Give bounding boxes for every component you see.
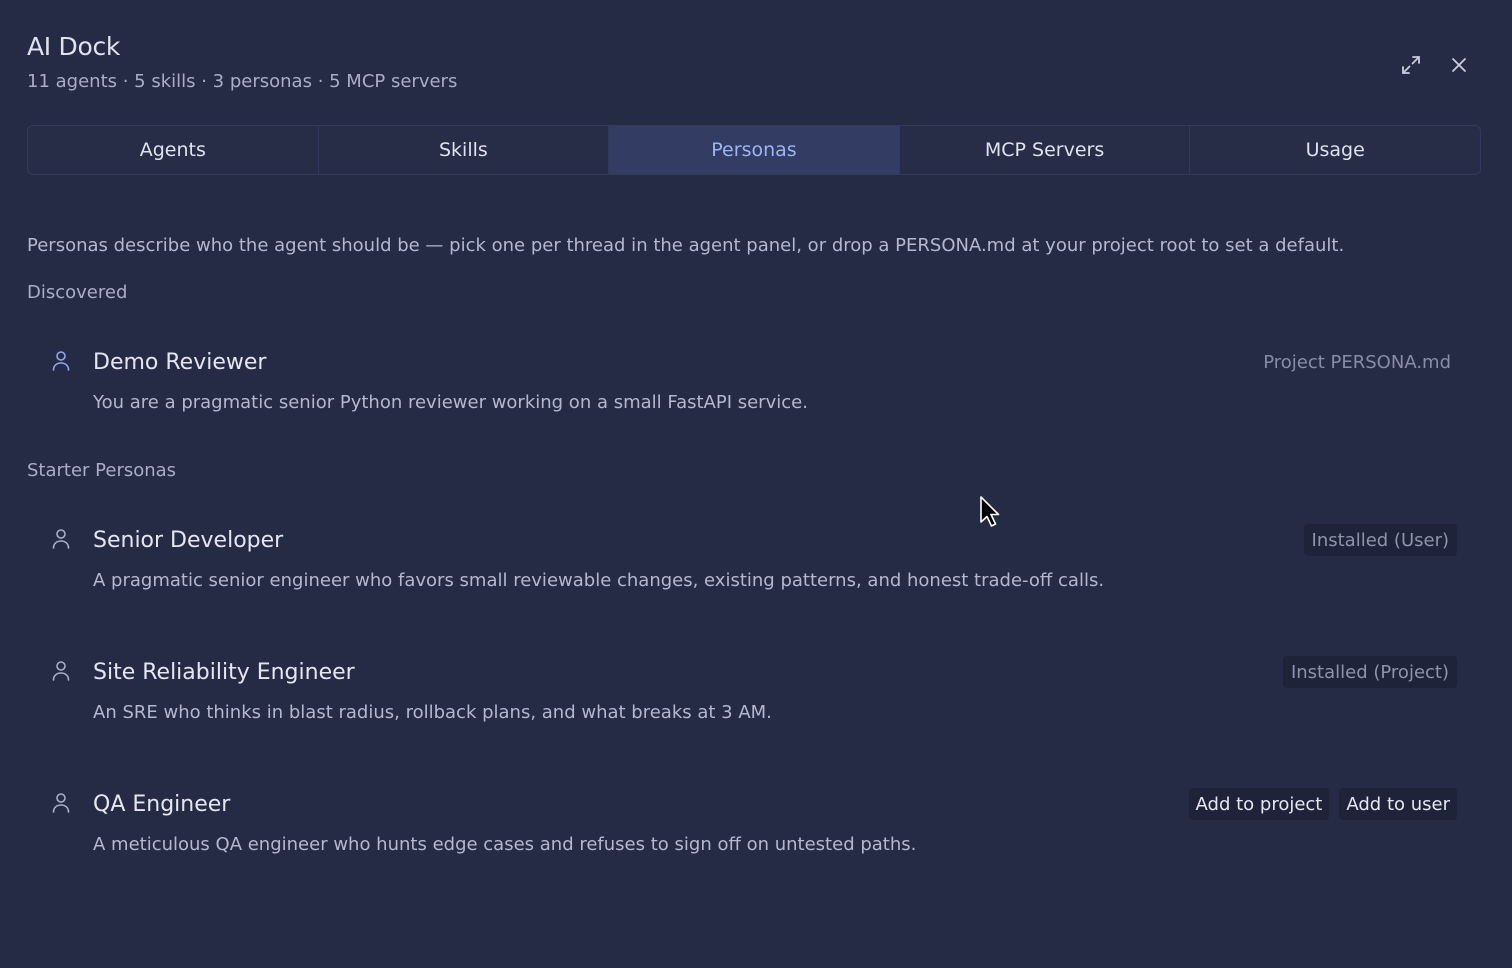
persona-demo-reviewer: Demo Reviewer You are a pragmatic senior… — [27, 330, 1479, 440]
persona-source: Project PERSONA.md — [1263, 352, 1451, 373]
expand-button[interactable] — [1398, 52, 1424, 78]
person-icon — [52, 351, 70, 371]
person-icon — [52, 529, 70, 549]
persona-site-reliability-engineer: Site Reliability Engineer An SRE who thi… — [27, 640, 1479, 750]
tab-agents[interactable]: Agents — [28, 126, 319, 174]
tab-bar: Agents Skills Personas MCP Servers Usage — [27, 125, 1481, 175]
close-button[interactable] — [1446, 52, 1472, 78]
persona-name: QA Engineer — [93, 792, 231, 817]
status-badge: Installed (User) — [1303, 524, 1457, 556]
dock-header: AI Dock 11 agents · 5 skills · 3 persona… — [27, 30, 457, 92]
expand-icon — [1402, 56, 1420, 74]
add-to-user-button[interactable]: Add to user — [1339, 788, 1457, 820]
tab-skills[interactable]: Skills — [319, 126, 610, 174]
personas-intro: Personas describe who the agent should b… — [27, 235, 1345, 256]
persona-name: Senior Developer — [93, 528, 284, 553]
tab-usage[interactable]: Usage — [1190, 126, 1480, 174]
add-to-project-button[interactable]: Add to project — [1188, 788, 1330, 820]
persona-qa-engineer: QA Engineer A meticulous QA engineer who… — [27, 772, 1479, 882]
status-badge: Installed (Project) — [1282, 656, 1457, 688]
persona-name: Site Reliability Engineer — [93, 660, 355, 685]
tab-mcp-servers[interactable]: MCP Servers — [900, 126, 1191, 174]
discovered-heading: Discovered — [27, 282, 128, 303]
persona-description: An SRE who thinks in blast radius, rollb… — [93, 702, 772, 723]
dock-summary: 11 agents · 5 skills · 3 personas · 5 MC… — [27, 71, 458, 92]
close-icon — [1452, 58, 1466, 72]
persona-description: A meticulous QA engineer who hunts edge … — [93, 834, 917, 855]
persona-senior-developer: Senior Developer A pragmatic senior engi… — [27, 508, 1479, 618]
persona-actions: Add to project Add to user — [1188, 788, 1457, 820]
persona-description: You are a pragmatic senior Python review… — [93, 392, 808, 413]
window-controls — [1398, 52, 1472, 78]
persona-name: Demo Reviewer — [93, 350, 267, 375]
mouse-cursor-icon — [980, 496, 1000, 527]
persona-description: A pragmatic senior engineer who favors s… — [93, 570, 1105, 591]
starter-personas-heading: Starter Personas — [27, 460, 177, 481]
page-title: AI Dock — [27, 32, 121, 61]
tab-personas[interactable]: Personas — [609, 126, 900, 174]
person-icon — [52, 793, 70, 813]
person-icon — [52, 661, 70, 681]
